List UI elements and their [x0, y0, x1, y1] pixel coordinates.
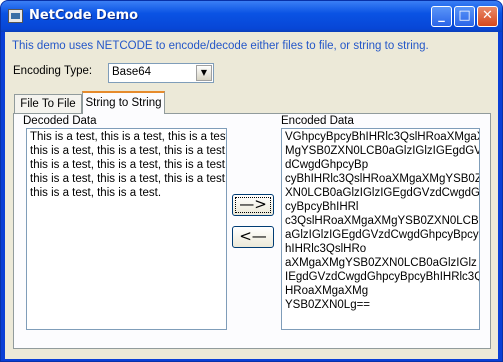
minimize-button[interactable]: _: [431, 6, 452, 27]
close-button[interactable]: ✕: [477, 6, 498, 27]
encoded-data-textbox[interactable]: VGhpcyBpcyBhIHRlc3QslHRoaXMgaX MgYSB0ZXN…: [281, 128, 480, 330]
description-text: This demo uses NETCODE to encode/decode …: [12, 40, 429, 52]
app-icon: [8, 9, 23, 23]
tab-string-to-string[interactable]: String to String: [82, 91, 165, 114]
encoding-type-label: Encoding Type:: [13, 65, 93, 77]
window-title: NetCode Demo: [29, 8, 139, 23]
decode-button[interactable]: <—: [232, 226, 274, 248]
decoded-data-label: Decoded Data: [23, 115, 97, 127]
decoded-data-textbox[interactable]: This is a test, this is a test, this is …: [26, 128, 227, 330]
encoding-type-value: Base64: [112, 66, 152, 78]
chevron-down-icon[interactable]: ▼: [196, 65, 212, 81]
encode-button[interactable]: —>: [232, 194, 274, 216]
client-area: This demo uses NETCODE to encode/decode …: [5, 32, 498, 359]
maximize-button[interactable]: □: [454, 6, 475, 27]
encoding-type-select[interactable]: Base64 ▼: [108, 63, 214, 83]
tab-file-to-file[interactable]: File To File: [14, 94, 82, 114]
encoded-data-label: Encoded Data: [281, 115, 354, 127]
app-window: NetCode Demo _ □ ✕ This demo uses NETCOD…: [0, 0, 503, 362]
title-bar[interactable]: NetCode Demo _ □ ✕: [1, 1, 502, 32]
